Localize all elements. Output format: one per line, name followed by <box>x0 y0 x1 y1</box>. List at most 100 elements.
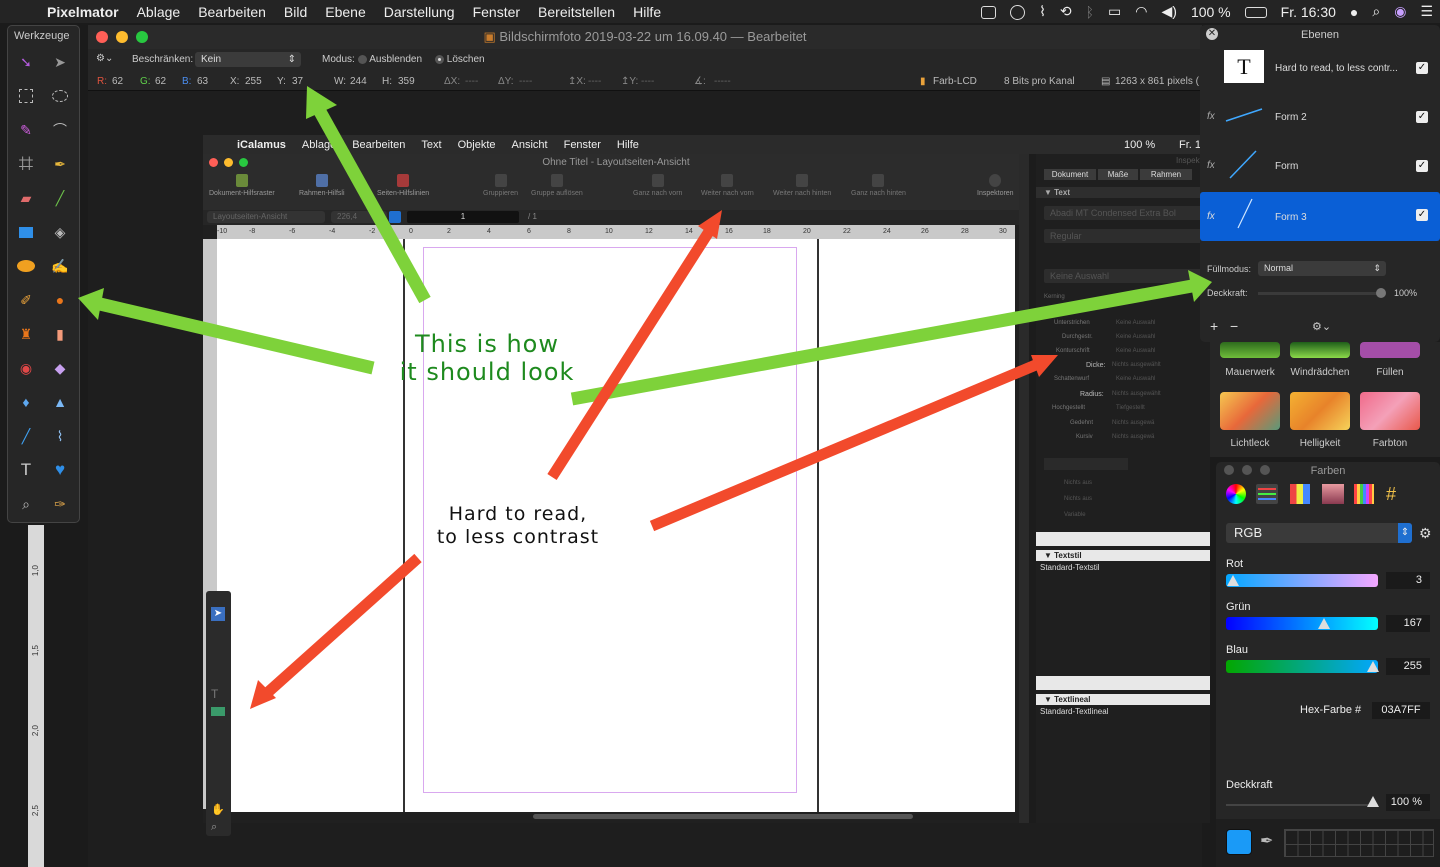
layer-row-form[interactable]: fx Form ✓ <box>1200 143 1440 192</box>
sliders-mode-icon[interactable] <box>1256 484 1278 504</box>
menu-ebene[interactable]: Ebene <box>316 4 374 20</box>
layer-visibility-checkbox[interactable]: ✓ <box>1416 209 1428 221</box>
heart-shape-icon[interactable]: ♥ <box>48 458 72 482</box>
red-eye-icon[interactable]: ◉ <box>14 356 38 380</box>
zoom-window-button[interactable] <box>136 31 148 43</box>
hex-field[interactable]: 03A7FF <box>1372 702 1430 719</box>
green-slider-knob[interactable] <box>1318 618 1330 629</box>
effect-thumb-lichtleck[interactable] <box>1220 392 1280 430</box>
gradient-pen-icon[interactable]: ▮ <box>48 322 72 346</box>
zoom-tool-icon[interactable]: ⌕ <box>14 492 38 516</box>
menu-app[interactable]: Pixelmator <box>38 4 128 20</box>
layer-opacity-slider[interactable] <box>1258 292 1380 295</box>
effect-thumb-mauerwerk[interactable] <box>1220 342 1280 358</box>
color-opacity-knob[interactable] <box>1367 796 1379 807</box>
check-status-icon[interactable] <box>1003 3 1032 20</box>
crop-tool-icon[interactable]: ⌗ <box>10 148 42 180</box>
menu-bild[interactable]: Bild <box>275 4 316 20</box>
eraser-alt-icon[interactable]: ◆ <box>48 356 72 380</box>
mode-delete-radio[interactable]: Löschen <box>435 54 485 65</box>
rect-select-icon[interactable] <box>14 84 38 108</box>
layer-visibility-checkbox[interactable]: ✓ <box>1416 111 1428 123</box>
green-slider[interactable] <box>1226 617 1378 630</box>
layer-row-form3[interactable]: fx Form 3 ✓ <box>1200 192 1440 241</box>
wifi-icon[interactable]: ◠ <box>1128 3 1154 20</box>
close-window-button[interactable] <box>96 31 108 43</box>
menu-fenster[interactable]: Fenster <box>464 4 529 20</box>
color-wheel-icon[interactable] <box>1226 484 1246 504</box>
battery-icon[interactable] <box>1238 4 1274 20</box>
minimize-window-button[interactable] <box>116 31 128 43</box>
color-opacity-slider[interactable] <box>1226 804 1378 806</box>
spotlight-search-icon[interactable]: ⌕ <box>1365 3 1387 20</box>
layer-opacity-knob[interactable] <box>1376 288 1386 298</box>
blue-slider-knob[interactable] <box>1367 661 1379 672</box>
brush-icon[interactable]: ✐ <box>14 288 38 312</box>
red-slider[interactable] <box>1226 574 1378 587</box>
ellipse-shape-icon[interactable] <box>14 254 38 278</box>
freeform-pen-icon[interactable]: ⌇ <box>48 424 72 448</box>
volume-icon[interactable]: ◀) <box>1155 3 1184 20</box>
menu-bearbeiten[interactable]: Bearbeiten <box>189 4 275 20</box>
smudge-icon[interactable]: ✍ <box>48 254 72 278</box>
settings-gear-icon[interactable]: ⚙⌄ <box>96 53 113 64</box>
red-value[interactable]: 3 <box>1386 572 1430 589</box>
menu-darstellung[interactable]: Darstellung <box>375 4 464 20</box>
remove-layer-button[interactable]: − <box>1230 318 1238 334</box>
blur-drop-icon[interactable]: ♦ <box>14 390 38 414</box>
layer-row-text[interactable]: T Hard to read, to less contr... ✓ <box>1200 45 1440 94</box>
menu-bereitstellen[interactable]: Bereitstellen <box>529 4 624 20</box>
red-slider-knob[interactable] <box>1227 575 1239 586</box>
saved-swatches-grid[interactable] <box>1284 829 1434 857</box>
menu-hilfe[interactable]: Hilfe <box>624 4 670 20</box>
green-value[interactable]: 167 <box>1386 615 1430 632</box>
time-machine-icon[interactable]: ⟲ <box>1053 3 1079 20</box>
sharpen-icon[interactable]: ▲ <box>48 390 72 414</box>
effect-thumb-windraedchen[interactable] <box>1290 342 1350 358</box>
layer-visibility-checkbox[interactable]: ✓ <box>1416 62 1428 74</box>
image-palette-icon[interactable] <box>1322 484 1344 504</box>
airplay-icon[interactable]: ▭ <box>1101 3 1128 20</box>
blue-value[interactable]: 255 <box>1386 658 1430 675</box>
current-color-swatch[interactable] <box>1226 829 1252 855</box>
type-tool-icon[interactable]: T <box>14 458 38 482</box>
ellipse-select-icon[interactable] <box>48 84 72 108</box>
blend-mode-select[interactable]: Normal ⇕ <box>1258 261 1386 276</box>
effect-thumb-farbton[interactable] <box>1360 392 1420 430</box>
rectangle-shape-icon[interactable] <box>14 220 38 244</box>
color-settings-gear-icon[interactable]: ⚙ <box>1419 525 1432 542</box>
color-model-select[interactable]: RGB ⇕ <box>1226 523 1412 543</box>
constrain-select[interactable]: Kein ⇕ <box>195 52 301 67</box>
pen-tool-icon[interactable]: ╱ <box>14 424 38 448</box>
lasso-icon[interactable]: ⌒ <box>48 118 72 142</box>
effect-thumb-fuellen[interactable] <box>1360 342 1420 358</box>
document-canvas-image[interactable]: iCalamus Ablage Bearbeiten Text Objekte … <box>203 135 1210 836</box>
burn-icon[interactable]: ● <box>48 288 72 312</box>
layer-visibility-checkbox[interactable]: ✓ <box>1416 160 1428 172</box>
magic-wand-icon[interactable]: ✎ <box>14 118 38 142</box>
add-layer-button[interactable]: + <box>1210 318 1218 334</box>
layer-row-form2[interactable]: fx Form 2 ✓ <box>1200 94 1440 143</box>
user-icon[interactable]: ● <box>1343 4 1365 20</box>
eraser-icon[interactable]: ▰ <box>14 186 38 210</box>
layer-settings-gear-icon[interactable]: ⚙⌄ <box>1312 320 1331 333</box>
crayons-icon[interactable] <box>1354 484 1374 504</box>
palettes-icon[interactable] <box>1290 484 1310 504</box>
paint-bucket-icon[interactable]: ◈ <box>48 220 72 244</box>
color-opacity-value[interactable]: 100 % <box>1386 794 1430 811</box>
arrange-tool-icon[interactable]: ➘ <box>14 50 38 74</box>
bluetooth-icon[interactable]: ᛒ <box>1079 4 1101 20</box>
color-picker-icon[interactable]: ✑ <box>48 492 72 516</box>
stamp-icon[interactable]: ♜ <box>14 322 38 346</box>
notification-center-icon[interactable]: ☰ <box>1413 3 1440 20</box>
mode-hide-radio[interactable]: Ausblenden <box>358 54 422 65</box>
clock[interactable]: Fr. 16:30 <box>1274 4 1343 20</box>
battery-label[interactable]: 100 % <box>1184 4 1238 20</box>
siri-icon[interactable]: ◉ <box>1387 3 1413 20</box>
wifi-alt-icon[interactable]: ⌇ <box>1032 3 1053 20</box>
move-tool-icon[interactable]: ➤ <box>48 50 72 74</box>
eyedropper-icon[interactable]: ✒ <box>48 152 72 176</box>
line-tool-icon[interactable]: ╱ <box>48 186 72 210</box>
grid-palette-icon[interactable]: # <box>1386 484 1406 504</box>
menu-ablage[interactable]: Ablage <box>128 4 190 20</box>
